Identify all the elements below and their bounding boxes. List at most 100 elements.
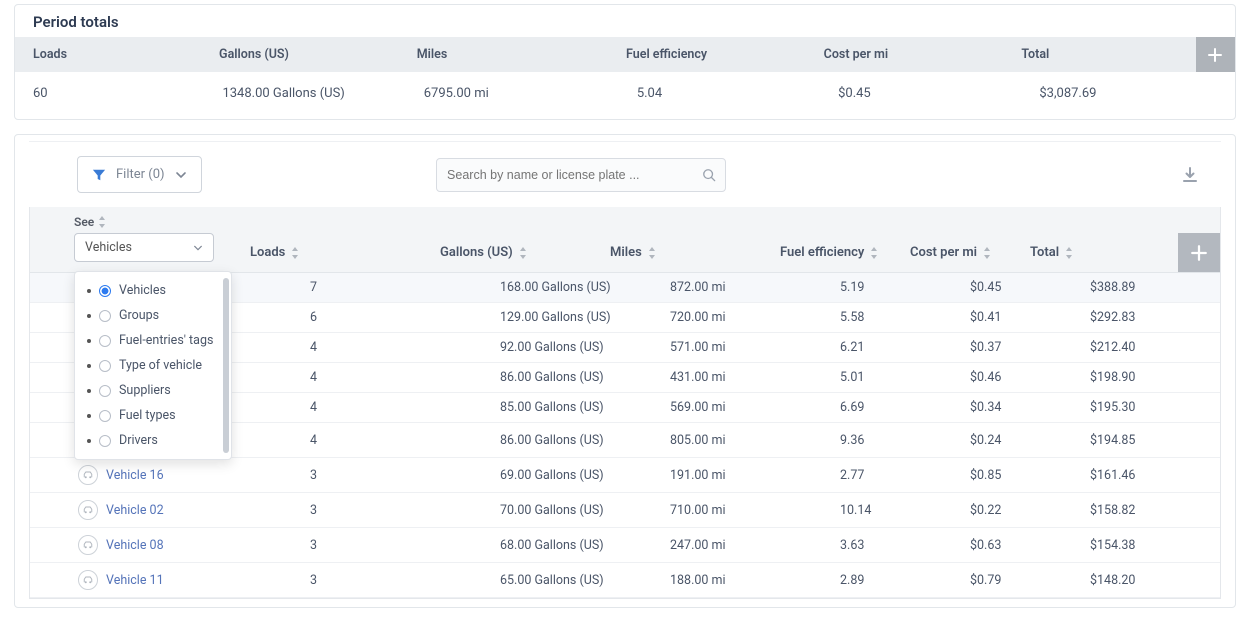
add-column-button[interactable] [1196,37,1235,72]
download-icon [1181,166,1199,184]
cell-total: $154.38 [1090,538,1220,553]
cell-loads: 7 [310,280,500,295]
col-header-loads[interactable]: Loads [250,245,440,260]
period-miles: 6795.00 mi [424,86,637,101]
chevron-down-icon [193,243,203,253]
cell-gallons: 70.00 Gallons (US) [500,503,670,518]
cell-gallons: 86.00 Gallons (US) [500,370,670,385]
vehicle-icon [78,570,98,590]
cell-eff: 6.69 [840,400,970,415]
see-option[interactable]: Fuel types [75,403,231,428]
download-button[interactable] [1175,160,1205,190]
cell-total: $195.30 [1090,400,1220,415]
vehicle-cell: Vehicle 02 [30,500,310,520]
vehicle-link[interactable]: Vehicle 16 [106,468,164,483]
table-row[interactable]: Vehicle 02370.00 Gallons (US)710.00 mi10… [30,493,1220,528]
cell-eff: 5.58 [840,310,970,325]
sort-icon [870,247,878,259]
see-option-label: Fuel-entries' tags [119,333,213,348]
sort-icon [519,247,527,259]
cell-miles: 710.00 mi [670,503,840,518]
see-option[interactable]: Type of vehicle [75,353,231,378]
cell-miles: 872.00 mi [670,280,840,295]
plus-icon [1207,47,1223,63]
search-input[interactable] [436,158,726,192]
cell-miles: 247.00 mi [670,538,840,553]
bullet-icon [87,364,91,368]
period-header-cost: Cost per mi [824,47,1022,62]
col-header-miles[interactable]: Miles [610,245,780,260]
cell-total: $388.89 [1090,280,1220,295]
see-option[interactable]: Groups [75,303,231,328]
see-option-label: Groups [119,308,159,323]
bullet-icon [87,414,91,418]
cell-total: $198.90 [1090,370,1220,385]
vehicle-icon [78,465,98,485]
period-total: $3,087.69 [1039,86,1217,101]
period-header-total: Total [1021,47,1195,62]
see-selected: Vehicles [85,240,132,255]
see-select[interactable]: Vehicles [74,233,214,262]
table-container: See Vehicles VehiclesGroupsFuel-entries'… [29,207,1221,599]
cell-cost: $0.41 [970,310,1090,325]
cell-miles: 431.00 mi [670,370,840,385]
cell-total: $158.82 [1090,503,1220,518]
cell-miles: 571.00 mi [670,340,840,355]
vehicle-cell: Vehicle 08 [30,535,310,555]
see-option[interactable]: Vehicles [75,278,231,303]
period-eff: 5.04 [637,86,838,101]
col-header-total[interactable]: Total [1030,245,1136,260]
vehicle-cell: Vehicle 16 [30,465,310,485]
period-header-eff: Fuel efficiency [626,47,824,62]
bullet-icon [87,439,91,443]
cell-eff: 2.77 [840,468,970,483]
vehicle-link[interactable]: Vehicle 11 [106,573,164,588]
table-row[interactable]: Vehicle 16369.00 Gallons (US)191.00 mi2.… [30,458,1220,493]
col-header-cost[interactable]: Cost per mi [910,245,1030,260]
cell-cost: $0.34 [970,400,1090,415]
see-option[interactable]: Suppliers [75,378,231,403]
period-header-loads: Loads [33,47,219,62]
vehicle-icon [78,500,98,520]
cell-cost: $0.79 [970,573,1090,588]
see-option[interactable]: Drivers [75,428,231,453]
toolbar: Filter (0) [15,142,1235,207]
radio-icon [99,435,111,447]
cell-cost: $0.37 [970,340,1090,355]
cell-miles: 805.00 mi [670,433,840,448]
vehicle-link[interactable]: Vehicle 08 [106,538,164,553]
vehicle-cell: Vehicle 11 [30,570,310,590]
see-dropdown[interactable]: Vehicles Groups Fuel-entries' tags Type of … [74,271,232,460]
table-row[interactable]: Vehicle 11365.00 Gallons (US)188.00 mi2.… [30,563,1220,598]
filter-label: Filter (0) [116,167,165,182]
see-option-label: Drivers [119,433,158,448]
cell-gallons: 86.00 Gallons (US) [500,433,670,448]
table-row[interactable]: Vehicle 08368.00 Gallons (US)247.00 mi3.… [30,528,1220,563]
col-header-gallons[interactable]: Gallons (US) [440,245,610,260]
cell-cost: $0.46 [970,370,1090,385]
period-header-row: Loads Gallons (US) Miles Fuel efficiency… [15,37,1235,72]
radio-icon [99,310,111,322]
sort-icon [983,247,991,259]
cell-gallons: 85.00 Gallons (US) [500,400,670,415]
see-option[interactable]: Fuel-entries' tags [75,328,231,353]
period-gallons: 1348.00 Gallons (US) [222,86,423,101]
filter-button[interactable]: Filter (0) [77,156,202,193]
cell-loads: 4 [310,370,500,385]
see-option-label: Fuel types [119,408,176,423]
cell-cost: $0.45 [970,280,1090,295]
radio-icon [99,285,111,297]
col-header-eff[interactable]: Fuel efficiency [780,245,910,260]
cell-gallons: 69.00 Gallons (US) [500,468,670,483]
cell-eff: 5.01 [840,370,970,385]
period-totals-card: Period totals Loads Gallons (US) Miles F… [14,4,1236,120]
cell-miles: 720.00 mi [670,310,840,325]
cell-total: $148.20 [1090,573,1220,588]
vehicle-link[interactable]: Vehicle 02 [106,503,164,518]
radio-icon [99,360,111,372]
vehicle-icon [78,535,98,555]
sort-icon [98,216,106,228]
add-column-button[interactable] [1178,233,1220,272]
search-field[interactable] [436,158,726,192]
cell-gallons: 168.00 Gallons (US) [500,280,670,295]
